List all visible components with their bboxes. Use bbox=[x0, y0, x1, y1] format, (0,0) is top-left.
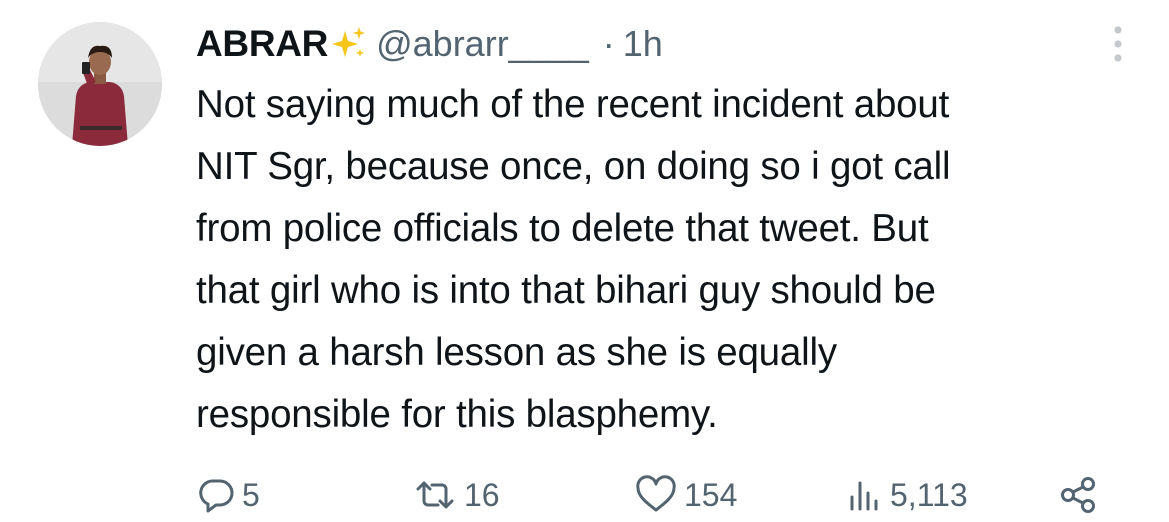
author-name[interactable]: ABRAR bbox=[196, 23, 328, 65]
repost-icon bbox=[416, 481, 454, 509]
reply-icon bbox=[199, 479, 234, 513]
like-count: 154 bbox=[684, 476, 738, 513]
views-button[interactable]: 5,113 bbox=[844, 470, 968, 520]
more-options-button[interactable] bbox=[1108, 22, 1128, 66]
tweet-text: Not saying much of the recent incident a… bbox=[196, 83, 951, 436]
author-handle[interactable]: @abrarr____ bbox=[376, 23, 589, 65]
views-count: 5,113 bbox=[890, 476, 968, 513]
more-vertical-icon bbox=[1114, 26, 1122, 62]
repost-button[interactable]: 16 bbox=[412, 470, 500, 520]
reply-count: 5 bbox=[242, 476, 260, 513]
sparkles-icon bbox=[330, 25, 368, 63]
action-bar: 5 16 154 5,113 bbox=[196, 470, 1116, 520]
tweet-timestamp[interactable]: 1h bbox=[623, 23, 663, 65]
avatar[interactable] bbox=[38, 22, 162, 146]
heart-icon bbox=[636, 475, 676, 512]
repost-count: 16 bbox=[464, 476, 500, 513]
share-button[interactable] bbox=[1058, 470, 1106, 520]
share-icon bbox=[1061, 477, 1095, 513]
header-separator: · bbox=[602, 23, 615, 64]
reply-button[interactable]: 5 bbox=[196, 470, 260, 520]
like-button[interactable]: 154 bbox=[634, 470, 737, 520]
tweet-header: ABRAR @abrarr____ · 1h bbox=[196, 20, 663, 68]
views-chart-icon bbox=[850, 481, 878, 511]
